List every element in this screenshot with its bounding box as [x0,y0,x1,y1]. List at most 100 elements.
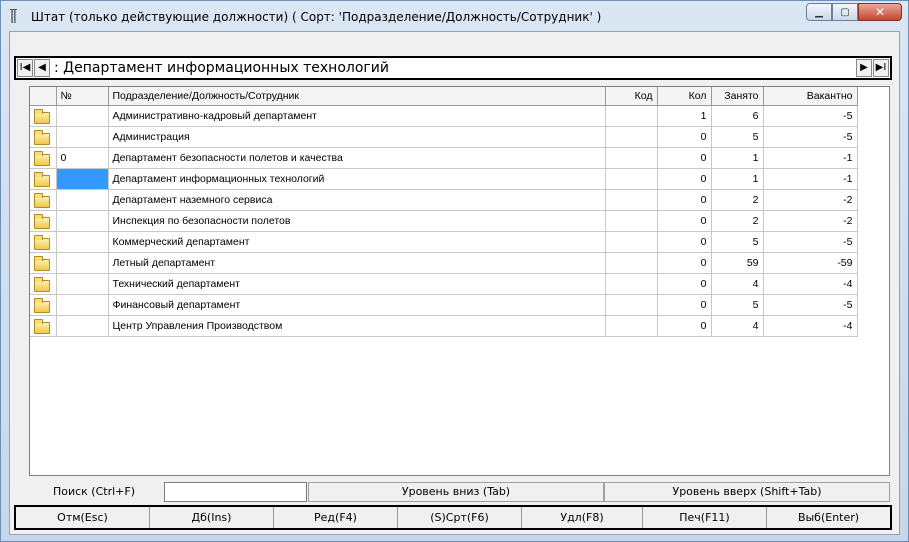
cell-num[interactable] [56,294,109,316]
folder-icon-cell[interactable] [30,210,57,232]
cell-taken[interactable]: 5 [711,294,764,316]
cell-vacant[interactable]: -5 [763,105,858,127]
folder-icon-cell[interactable] [30,147,57,169]
table-row[interactable]: Инспекция по безопасности полетов 0 2 -2 [30,210,858,232]
cell-taken[interactable]: 2 [711,189,764,211]
folder-icon-cell[interactable] [30,105,57,127]
search-input[interactable] [164,482,307,502]
table-row[interactable]: Технический департамент 0 4 -4 [30,273,858,295]
cell-qty[interactable]: 0 [657,315,712,337]
minimize-button[interactable]: ▁ [806,3,832,21]
cell-taken[interactable]: 4 [711,315,764,337]
cell-name[interactable]: Инспекция по безопасности полетов [108,210,606,232]
cell-vacant[interactable]: -5 [763,294,858,316]
cell-vacant[interactable]: -5 [763,126,858,148]
cell-qty[interactable]: 1 [657,105,712,127]
cell-code[interactable] [605,315,658,337]
cell-name[interactable]: Технический департамент [108,273,606,295]
cell-taken[interactable]: 1 [711,147,764,169]
folder-icon-cell[interactable] [30,315,57,337]
cell-name[interactable]: Административно-кадровый департамент [108,105,606,127]
table-row[interactable]: Администрация 0 5 -5 [30,126,858,148]
level-up-button[interactable]: Уровень вверх (Shift+Tab) [604,482,890,502]
cell-qty[interactable]: 0 [657,294,712,316]
cell-code[interactable] [605,147,658,169]
cell-vacant[interactable]: -2 [763,210,858,232]
folder-icon-cell[interactable] [30,189,57,211]
folder-icon-cell[interactable] [30,273,57,295]
prev-record-button[interactable]: ◀ [34,59,50,77]
cancel-button[interactable]: Отм(Esc) [16,507,150,528]
table-row[interactable]: Административно-кадровый департамент 1 6 -5 [30,105,858,127]
cell-code[interactable] [605,294,658,316]
delete-button[interactable]: Удл(F8) [522,507,643,528]
cell-num[interactable] [56,126,109,148]
cell-vacant[interactable]: -1 [763,168,858,190]
add-button[interactable]: Дб(Ins) [150,507,274,528]
cell-name[interactable]: Центр Управления Производством [108,315,606,337]
cell-name[interactable]: Администрация [108,126,606,148]
table-row[interactable]: Департамент информационных технологий 0 1-… [30,168,858,190]
cell-code[interactable] [605,210,658,232]
folder-icon-cell[interactable] [30,126,57,148]
cell-code[interactable] [605,189,658,211]
cell-vacant[interactable]: -1 [763,147,858,169]
cell-code[interactable] [605,252,658,274]
cell-taken[interactable]: 6 [711,105,764,127]
staff-grid[interactable]: № Подразделение/Должность/Сотрудник Код … [29,86,890,476]
cell-vacant[interactable]: -2 [763,189,858,211]
cell-vacant[interactable]: -4 [763,315,858,337]
cell-qty[interactable]: 0 [657,126,712,148]
select-button[interactable]: Выб(Enter) [767,507,890,528]
cell-num[interactable] [56,231,109,253]
header-taken[interactable]: Занято [711,87,764,106]
cell-name[interactable]: Департамент информационных технологий [108,168,606,190]
cell-qty[interactable]: 0 [657,231,712,253]
cell-code[interactable] [605,105,658,127]
cell-taken[interactable]: 5 [711,126,764,148]
cell-vacant[interactable]: -4 [763,273,858,295]
cell-vacant[interactable]: -5 [763,231,858,253]
cell-num[interactable] [56,273,109,295]
last-record-button[interactable]: ▶I [873,59,889,77]
cell-num[interactable]: 0 [56,147,109,169]
cell-qty[interactable]: 0 [657,273,712,295]
cell-qty[interactable]: 0 [657,252,712,274]
cell-name[interactable]: Департамент наземного сервиса [108,189,606,211]
table-row[interactable]: 0 Департамент безопасности полетов и каче… [30,147,858,169]
table-row[interactable]: Коммерческий департамент 0 5 -5 [30,231,858,253]
folder-icon-cell[interactable] [30,231,57,253]
title-bar[interactable]: ǁ̅ Штат (только действующие должности) (… [1,1,908,31]
cell-qty[interactable]: 0 [657,210,712,232]
sort-button[interactable]: (S)Срт(F6) [398,507,522,528]
cell-code[interactable] [605,126,658,148]
cell-num[interactable] [56,252,109,274]
header-name[interactable]: Подразделение/Должность/Сотрудник [108,87,606,106]
cell-num[interactable] [56,189,109,211]
header-qty[interactable]: Кол [657,87,712,106]
cell-taken[interactable]: 4 [711,273,764,295]
cell-code[interactable] [605,273,658,295]
cell-taken[interactable]: 5 [711,231,764,253]
cell-num[interactable] [56,168,109,190]
table-row[interactable]: Летный департамент 0 59 -59 [30,252,858,274]
cell-taken[interactable]: 59 [711,252,764,274]
cell-num[interactable] [56,315,109,337]
search-label[interactable]: Поиск (Ctrl+F) [29,482,159,502]
cell-taken[interactable]: 1 [711,168,764,190]
close-button[interactable]: ✕ [858,3,902,21]
table-row[interactable]: Департамент наземного сервиса 0 2 -2 [30,189,858,211]
table-row[interactable]: Центр Управления Производством 0 4 -4 [30,315,858,337]
header-code[interactable]: Код [605,87,658,106]
cell-name[interactable]: Летный департамент [108,252,606,274]
header-num[interactable]: № [56,87,109,106]
cell-vacant[interactable]: -59 [763,252,858,274]
cell-num[interactable] [56,210,109,232]
cell-qty[interactable]: 0 [657,189,712,211]
edit-button[interactable]: Ред(F4) [274,507,398,528]
table-row[interactable]: Финансовый департамент 0 5 -5 [30,294,858,316]
first-record-button[interactable]: I◀ [17,59,33,77]
cell-qty[interactable]: 0 [657,147,712,169]
cell-num[interactable] [56,105,109,127]
cell-taken[interactable]: 2 [711,210,764,232]
